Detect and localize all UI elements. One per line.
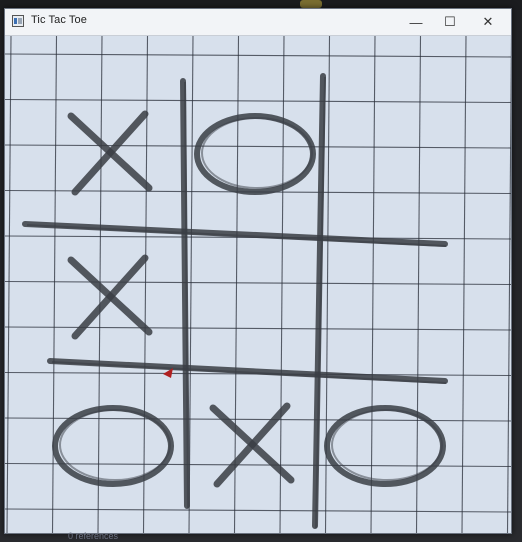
app-icon xyxy=(12,15,24,27)
game-board-canvas[interactable] xyxy=(5,36,511,533)
editor-highlight xyxy=(300,0,322,8)
tic-tac-toe-window[interactable]: Tic Tac Toe — ☐ ✕ xyxy=(4,8,512,534)
close-button[interactable]: ✕ xyxy=(471,9,505,35)
window-title: Tic Tac Toe xyxy=(31,14,87,26)
maximize-button[interactable]: ☐ xyxy=(433,9,467,35)
desktop-background: Tic Tac Toe — ☐ ✕ 0 references xyxy=(0,0,522,542)
minimize-button[interactable]: — xyxy=(399,9,433,35)
references-label: 0 references xyxy=(68,531,119,541)
game-board[interactable] xyxy=(5,36,511,533)
window-titlebar[interactable]: Tic Tac Toe — ☐ ✕ xyxy=(5,9,511,36)
